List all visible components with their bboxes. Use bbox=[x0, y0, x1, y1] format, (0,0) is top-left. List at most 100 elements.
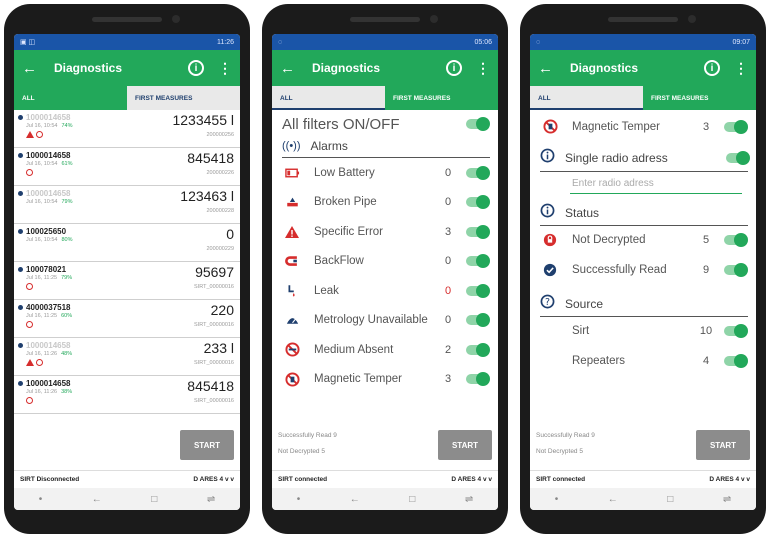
nav-home-icon[interactable]: □ bbox=[409, 494, 415, 505]
info-icon[interactable]: i bbox=[446, 60, 462, 76]
notification-icons: ◌ bbox=[536, 38, 541, 46]
more-options-icon[interactable]: ⋮ bbox=[734, 60, 748, 77]
back-arrow-icon[interactable]: ← bbox=[538, 60, 560, 77]
measure-row[interactable]: 100078021 Jul 16, 11:25 79% 95697 SIRT_00000… bbox=[14, 262, 240, 300]
info-icon[interactable]: i bbox=[704, 60, 720, 76]
speaker bbox=[92, 17, 162, 22]
more-options-icon[interactable]: ⋮ bbox=[476, 60, 490, 77]
info-icon[interactable]: i bbox=[188, 60, 204, 76]
filter-row-not-decrypted: Not Decrypted 5 bbox=[530, 226, 756, 256]
sirt-status: SIRT connected bbox=[278, 476, 328, 483]
tab-all[interactable]: ALL bbox=[272, 86, 385, 110]
measure-row[interactable]: 4000037518 Jul 16, 11:25 60% 220 SIRT_000000… bbox=[14, 300, 240, 338]
status-bar: ▣ ◫ 11:26 bbox=[14, 34, 240, 50]
status-dot-icon bbox=[18, 305, 23, 310]
meter-value: 845418 bbox=[187, 150, 234, 166]
nav-dot-icon[interactable]: • bbox=[39, 494, 43, 505]
filter-count: 3 bbox=[444, 373, 452, 386]
filters-panel: Magnetic Temper 3 Single radio adress En… bbox=[530, 110, 756, 470]
start-button[interactable]: START bbox=[696, 430, 750, 460]
tab-first-measures[interactable]: FIRST MEASURES bbox=[385, 86, 498, 110]
measure-date-line: Jul 16, 11:25 60% bbox=[26, 313, 234, 319]
measure-row[interactable]: 1000014658 Jul 16, 11:26 48% 233 l SIRT_0000… bbox=[14, 338, 240, 376]
single-radio-toggle[interactable] bbox=[726, 151, 750, 165]
filter-toggle[interactable] bbox=[466, 342, 490, 357]
nav-recent-icon[interactable]: ⇌ bbox=[207, 494, 215, 505]
meter-source: 200000256 bbox=[206, 132, 234, 138]
measure-row[interactable]: 1000014658 Jul 16, 11:26 38% 845418 SIRT_000… bbox=[14, 376, 240, 414]
filter-toggle[interactable] bbox=[724, 353, 748, 368]
filter-toggle[interactable] bbox=[724, 233, 748, 248]
nav-recent-icon[interactable]: ⇌ bbox=[465, 494, 473, 505]
filter-label: Metrology Unavailable bbox=[314, 314, 428, 327]
app-bar: ← Diagnostics i ⋮ bbox=[530, 50, 756, 86]
filter-row-magnetic: Magnetic Temper 3 bbox=[530, 112, 756, 142]
filter-toggle[interactable] bbox=[466, 254, 490, 269]
back-arrow-icon[interactable]: ← bbox=[280, 60, 302, 77]
filter-label: Medium Absent bbox=[314, 343, 394, 356]
back-arrow-icon[interactable]: ← bbox=[22, 60, 44, 77]
nav-home-icon[interactable]: □ bbox=[151, 494, 157, 505]
filter-toggle[interactable] bbox=[724, 324, 748, 339]
tab-all[interactable]: ALL bbox=[530, 86, 643, 110]
filter-toggle[interactable] bbox=[466, 195, 490, 210]
tab-all[interactable]: ALL bbox=[14, 86, 127, 110]
nav-back-icon[interactable]: ← bbox=[350, 494, 360, 505]
source-label: Source bbox=[565, 297, 604, 311]
sirt-status: SIRT connected bbox=[536, 476, 586, 483]
sirt-area: D ARES 4 v v bbox=[193, 476, 234, 483]
filter-toggle[interactable] bbox=[466, 313, 490, 328]
filters-panel: All filters ON/OFF ((•)) Alarms Low Batt… bbox=[272, 110, 498, 470]
meter-source: 200000228 bbox=[206, 208, 234, 214]
filter-label: Sirt bbox=[572, 325, 590, 338]
measure-date: Jul 16, 11:26 bbox=[26, 351, 58, 357]
tab-first-measures[interactable]: FIRST MEASURES bbox=[643, 86, 756, 110]
alarm-filter-row: Specific Error 3 bbox=[272, 217, 498, 247]
measure-row[interactable]: 1000014658 Jul 16, 10:54 61% 845418 20000022… bbox=[14, 148, 240, 186]
more-options-icon[interactable]: ⋮ bbox=[218, 60, 232, 77]
all-filters-label: All filters ON/OFF bbox=[282, 115, 400, 133]
single-radio-header: Single radio adress bbox=[540, 146, 750, 172]
filter-label: Leak bbox=[314, 284, 339, 297]
status-label: Status bbox=[565, 206, 600, 220]
status-bar: ◌ 09:07 bbox=[530, 34, 756, 50]
nav-recent-icon[interactable]: ⇌ bbox=[723, 494, 731, 505]
metrology-icon bbox=[284, 312, 300, 328]
nav-dot-icon[interactable]: • bbox=[297, 494, 301, 505]
filter-toggle[interactable] bbox=[724, 119, 748, 134]
status-time: 09:07 bbox=[732, 38, 750, 46]
filter-toggle[interactable] bbox=[466, 283, 490, 298]
measure-row[interactable]: 1000014658 Jul 16, 10:54 74% 1233455 l 20000… bbox=[14, 110, 240, 148]
measure-row[interactable]: 1000014658 Jul 16, 10:54 79% 123463 l 200000… bbox=[14, 186, 240, 224]
filter-label: Broken Pipe bbox=[314, 196, 377, 209]
no-medium-icon bbox=[284, 342, 300, 358]
filter-toggle[interactable] bbox=[724, 262, 748, 277]
alarm-icons bbox=[26, 131, 234, 138]
alarm-filter-row: Low Battery 0 bbox=[272, 158, 498, 188]
start-button[interactable]: START bbox=[438, 430, 492, 460]
radio-address-placeholder: Enter radio adress bbox=[572, 177, 654, 189]
nav-dot-icon[interactable]: • bbox=[555, 494, 559, 505]
screen-first-measures: ▣ ◫ 11:26 ← Diagnostics i ⋮ ALL FIRST ME… bbox=[14, 34, 240, 510]
measure-date: Jul 16, 10:54 bbox=[26, 237, 58, 243]
start-button[interactable]: START bbox=[180, 430, 234, 460]
filter-toggle[interactable] bbox=[466, 372, 490, 387]
meter-source: SIRT_00000016 bbox=[194, 284, 234, 290]
nav-back-icon[interactable]: ← bbox=[92, 494, 102, 505]
tab-first-measures[interactable]: FIRST MEASURES bbox=[127, 86, 240, 110]
nav-back-icon[interactable]: ← bbox=[608, 494, 618, 505]
radio-address-input[interactable]: Enter radio adress bbox=[570, 174, 742, 194]
warning-icon bbox=[26, 359, 34, 366]
filter-toggle[interactable] bbox=[466, 165, 490, 180]
notification-icons: ◌ bbox=[278, 38, 283, 46]
measure-date: Jul 16, 11:25 bbox=[26, 313, 58, 319]
measure-row[interactable]: 100025650 Jul 16, 10:54 80% 0 200000229 bbox=[14, 224, 240, 262]
broken-pipe-icon bbox=[284, 194, 300, 210]
nav-home-icon[interactable]: □ bbox=[667, 494, 673, 505]
meter-value: 220 bbox=[210, 302, 234, 318]
battery-icon bbox=[284, 165, 300, 181]
all-filters-toggle[interactable] bbox=[466, 117, 490, 131]
filter-count: 0 bbox=[444, 314, 452, 327]
filter-label: Specific Error bbox=[314, 225, 384, 238]
filter-toggle[interactable] bbox=[466, 224, 490, 239]
